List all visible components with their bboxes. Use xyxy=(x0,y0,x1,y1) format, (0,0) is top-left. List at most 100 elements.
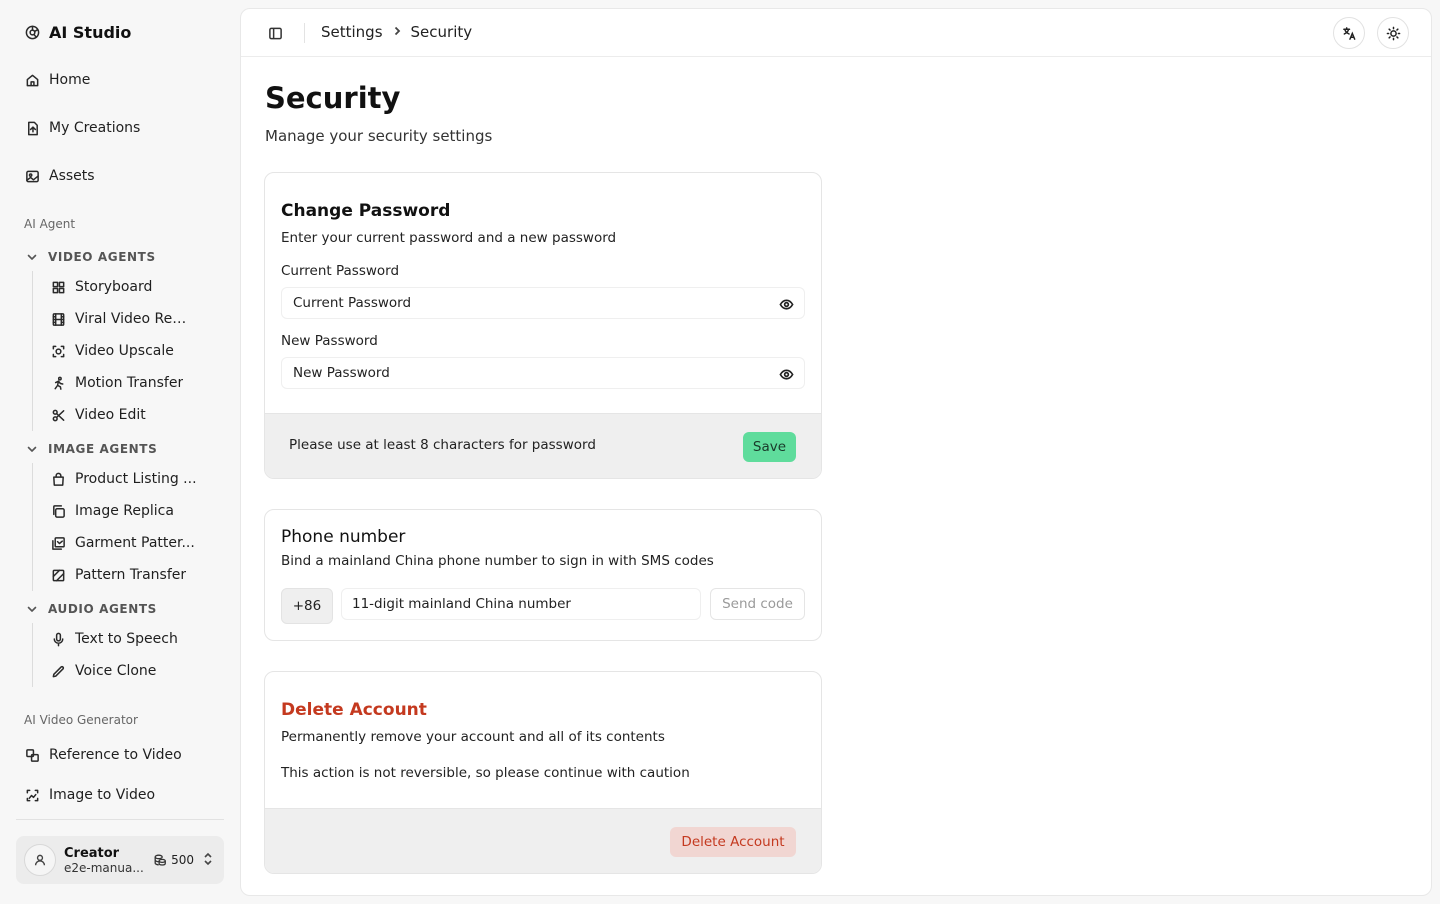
password-hint: Please use at least 8 characters for pas… xyxy=(289,437,596,453)
delete-card-footer: Delete Account xyxy=(265,808,821,873)
nav-item-my-creations[interactable]: My Creations xyxy=(16,112,224,144)
copy-icon xyxy=(50,503,66,519)
nav-item-reference-to-video[interactable]: Reference to Video xyxy=(16,739,224,771)
running-icon xyxy=(50,375,66,391)
shopping-bag-icon xyxy=(50,471,66,487)
app-name: AI Studio xyxy=(49,22,132,42)
user-name: Creator xyxy=(64,845,120,861)
page-title: Security xyxy=(265,81,401,115)
page-subtitle: Manage your security settings xyxy=(265,127,493,145)
microphone-icon xyxy=(50,631,66,647)
credits-badge: 500 xyxy=(153,853,194,867)
layers-icon xyxy=(50,567,66,583)
top-bar: Settings Security xyxy=(241,9,1431,57)
sidebar-item-viral-video[interactable]: Viral Video Rem... xyxy=(33,303,224,335)
sun-icon xyxy=(1386,26,1400,40)
new-password-label: New Password xyxy=(281,333,378,349)
sidebar-divider xyxy=(16,819,224,820)
sidebar-item-pattern-transfer[interactable]: Pattern Transfer xyxy=(33,559,224,591)
card-title: Phone number xyxy=(281,527,406,547)
chevron-down-icon xyxy=(24,601,40,617)
card-title: Delete Account xyxy=(281,700,427,720)
user-icon xyxy=(34,854,46,866)
password-card-footer: Please use at least 8 characters for pas… xyxy=(265,413,821,478)
scan-icon xyxy=(50,343,66,359)
nav-item-image-to-video[interactable]: Image to Video xyxy=(16,779,224,811)
chevron-down-icon xyxy=(24,249,40,265)
section-image-agents[interactable]: IMAGE AGENTS xyxy=(24,441,157,457)
card-description: Permanently remove your account and all … xyxy=(281,729,665,745)
images-icon xyxy=(50,535,66,551)
image-icon xyxy=(24,168,40,184)
file-icon xyxy=(24,120,40,136)
section-video-agents[interactable]: VIDEO AGENTS xyxy=(24,249,156,265)
pen-icon xyxy=(50,663,66,679)
sidebar-item-garment-pattern[interactable]: Garment Patter... xyxy=(33,527,224,559)
card-title: Change Password xyxy=(281,201,451,221)
sidebar-toggle-button[interactable] xyxy=(265,23,285,43)
reference-icon xyxy=(24,747,40,763)
home-icon xyxy=(24,72,40,88)
breadcrumb-current: Security xyxy=(410,23,473,41)
nav-label: Home xyxy=(49,72,91,88)
nav-generator: Reference to Video Image to Video xyxy=(16,739,224,827)
phone-number-card: Phone number Bind a mainland China phone… xyxy=(264,509,822,641)
avatar xyxy=(24,844,56,876)
chevrons-up-down-icon xyxy=(202,851,214,870)
group-label-ai-video-generator: AI Video Generator xyxy=(24,713,138,727)
theme-toggle-button[interactable] xyxy=(1377,17,1409,49)
sidebar-item-video-upscale[interactable]: Video Upscale xyxy=(33,335,224,367)
video-agents-list: Storyboard Viral Video Rem... Video Upsc… xyxy=(32,271,224,431)
nav-item-assets[interactable]: Assets xyxy=(16,160,224,192)
sidebar: AI Studio Home My Creations Assets AI Ag… xyxy=(0,0,240,904)
film-icon xyxy=(50,311,66,327)
user-menu[interactable]: Creator e2e-manua... 500 xyxy=(16,836,224,884)
group-label-ai-agent: AI Agent xyxy=(24,217,76,231)
coins-icon xyxy=(154,854,166,866)
sidebar-item-voice-clone[interactable]: Voice Clone xyxy=(33,655,224,687)
save-button[interactable]: Save xyxy=(743,432,796,462)
card-description: Bind a mainland China phone number to si… xyxy=(281,553,714,569)
breadcrumb: Settings Security xyxy=(321,23,472,41)
chevron-right-icon xyxy=(391,23,403,41)
eye-icon[interactable] xyxy=(778,366,794,382)
breadcrumb-settings[interactable]: Settings xyxy=(321,23,383,41)
sidebar-item-image-replica[interactable]: Image Replica xyxy=(33,495,224,527)
nav-item-home[interactable]: Home xyxy=(16,64,224,96)
topbar-separator xyxy=(304,23,305,43)
delete-warning: This action is not reversible, so please… xyxy=(281,765,690,781)
credits-value: 500 xyxy=(171,853,194,867)
sidebar-item-text-to-speech[interactable]: Text to Speech xyxy=(33,623,224,655)
image-agents-list: Product Listing ... Image Replica Garmen… xyxy=(32,463,224,591)
scissors-icon xyxy=(50,407,66,423)
new-password-input[interactable]: New Password xyxy=(281,357,805,389)
image-scan-icon xyxy=(24,787,40,803)
user-email: e2e-manua... xyxy=(64,860,144,875)
phone-input[interactable]: 11-digit mainland China number xyxy=(341,588,701,620)
audio-agents-list: Text to Speech Voice Clone xyxy=(32,623,224,687)
card-description: Enter your current password and a new pa… xyxy=(281,230,617,246)
logo-icon xyxy=(24,24,40,40)
nav-label: Assets xyxy=(49,168,95,184)
sidebar-item-video-edit[interactable]: Video Edit xyxy=(33,399,224,431)
delete-account-button[interactable]: Delete Account xyxy=(670,827,796,857)
current-password-label: Current Password xyxy=(281,263,400,279)
language-button[interactable] xyxy=(1333,17,1365,49)
delete-account-card: Delete Account Permanently remove your a… xyxy=(264,671,822,874)
translate-icon xyxy=(1342,26,1355,40)
panel-left-icon xyxy=(268,27,282,39)
nav-top: Home My Creations Assets xyxy=(16,64,224,208)
sidebar-item-storyboard[interactable]: Storyboard xyxy=(33,271,224,303)
app-brand[interactable]: AI Studio xyxy=(24,20,131,44)
country-code-select[interactable]: +86 xyxy=(281,588,333,624)
main-panel: Settings Security Security Manage your s… xyxy=(240,8,1432,896)
change-password-card: Change Password Enter your current passw… xyxy=(264,172,822,479)
sidebar-item-product-listing[interactable]: Product Listing ... xyxy=(33,463,224,495)
sidebar-item-motion-transfer[interactable]: Motion Transfer xyxy=(33,367,224,399)
chevron-down-icon xyxy=(24,441,40,457)
eye-icon[interactable] xyxy=(778,296,794,312)
section-audio-agents[interactable]: AUDIO AGENTS xyxy=(24,601,157,617)
current-password-input[interactable]: Current Password xyxy=(281,287,805,319)
nav-label: My Creations xyxy=(49,120,141,136)
send-code-button[interactable]: Send code xyxy=(710,588,805,620)
